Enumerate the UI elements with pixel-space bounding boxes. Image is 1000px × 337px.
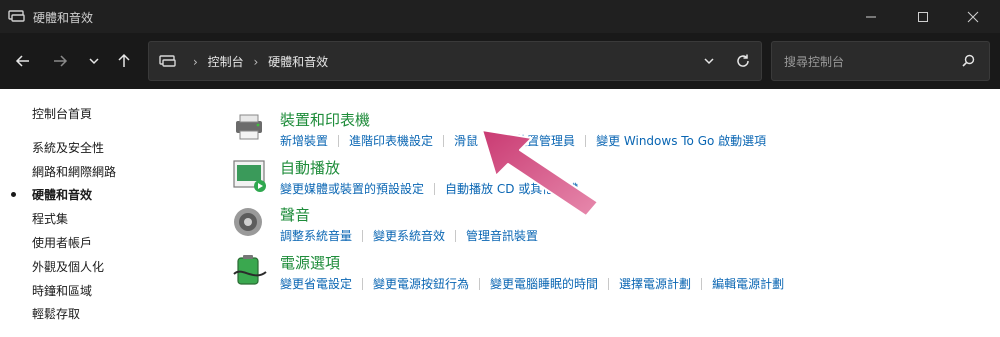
uac-shield-icon xyxy=(500,134,512,147)
minimize-icon xyxy=(866,16,876,17)
category-title-devices-printers[interactable]: 裝置和印表機 xyxy=(280,109,370,130)
link-choose-power-plan[interactable]: 選擇電源計劃 xyxy=(619,275,691,292)
breadcrumb-hardware-sound[interactable]: 硬體和音效 xyxy=(268,55,328,69)
sidebar-item-clock-region[interactable]: 時鐘和區域 xyxy=(32,282,92,299)
link-add-device[interactable]: 新增裝置 xyxy=(280,132,328,149)
link-divider xyxy=(362,229,364,242)
sidebar-item-network-internet[interactable]: 網路和網際網路 xyxy=(32,163,116,180)
sidebar-item-hardware-sound[interactable]: 硬體和音效 xyxy=(32,186,92,203)
link-change-sounds[interactable]: 變更系統音效 xyxy=(373,227,445,244)
link-change-default-settings[interactable]: 變更媒體或裝置的預設設定 xyxy=(280,180,424,197)
link-divider xyxy=(585,134,587,147)
category-title-power[interactable]: 電源選項 xyxy=(280,252,340,273)
sidebar-item-system-security[interactable]: 系統及安全性 xyxy=(32,139,104,156)
window-title: 硬體和音效 xyxy=(33,11,94,25)
arrow-left-icon xyxy=(15,55,29,67)
sidebar-item-ease-of-access[interactable]: 輕鬆存取 xyxy=(32,305,80,322)
breadcrumb-chevron-icon: › xyxy=(193,55,198,69)
back-button[interactable] xyxy=(10,48,36,74)
link-adjust-volume[interactable]: 調整系統音量 xyxy=(280,227,352,244)
chevron-down-icon[interactable] xyxy=(703,57,715,67)
refresh-icon[interactable] xyxy=(735,53,751,69)
link-advanced-printer-setup[interactable]: 進階印表機設定 xyxy=(349,132,433,149)
link-edit-power-plan[interactable]: 編輯電源計劃 xyxy=(712,275,784,292)
speaker-icon xyxy=(234,208,262,236)
arrow-right-icon xyxy=(54,55,68,67)
category-title-autoplay[interactable]: 自動播放 xyxy=(280,157,340,178)
link-mouse[interactable]: 滑鼠 xyxy=(454,132,478,149)
search-box[interactable] xyxy=(771,41,990,81)
category-links: 新增裝置 進階印表機設定 滑鼠 裝置管理員 變更 Windows To Go 啟… xyxy=(280,132,766,149)
link-divider xyxy=(338,134,340,147)
autoplay-icon xyxy=(233,160,266,192)
category-links: 調整系統音量 變更系統音效 管理音訊裝置 xyxy=(280,227,538,244)
close-button[interactable] xyxy=(950,0,996,33)
link-divider xyxy=(701,277,703,290)
link-manage-audio-devices[interactable]: 管理音訊裝置 xyxy=(466,227,538,244)
breadcrumb: › 控制台 › 硬體和音效 xyxy=(187,53,328,70)
link-divider xyxy=(443,134,445,147)
forward-button[interactable] xyxy=(47,48,73,74)
close-icon xyxy=(967,11,979,22)
recent-locations-button[interactable] xyxy=(81,48,107,74)
search-icon[interactable] xyxy=(962,54,975,67)
navigation-toolbar: › 控制台 › 硬體和音效 xyxy=(0,33,1000,89)
link-divider xyxy=(434,182,436,195)
category-links: 變更省電設定 變更電源按鈕行為 變更電腦睡眠的時間 選擇電源計劃 編輯電源計劃 xyxy=(280,275,784,292)
link-divider xyxy=(362,277,364,290)
title-bar: 硬體和音效 xyxy=(0,0,1000,33)
link-windows-to-go[interactable]: 變更 Windows To Go 啟動選項 xyxy=(596,132,766,149)
sidebar-item-appearance[interactable]: 外觀及個人化 xyxy=(32,258,104,275)
link-power-buttons[interactable]: 變更電源按鈕行為 xyxy=(373,275,469,292)
link-divider xyxy=(608,277,610,290)
link-divider xyxy=(455,229,457,242)
link-divider xyxy=(479,277,481,290)
maximize-icon xyxy=(918,11,928,22)
search-input[interactable] xyxy=(782,51,956,73)
control-panel-icon xyxy=(159,55,176,67)
current-item-bullet xyxy=(11,192,16,197)
category-links: 變更媒體或裝置的預設設定 自動播放 CD 或其他媒體 xyxy=(280,180,578,197)
breadcrumb-control-panel[interactable]: 控制台 xyxy=(208,55,244,69)
sidebar-item-user-accounts[interactable]: 使用者帳戶 xyxy=(32,234,92,251)
link-device-manager[interactable]: 裝置管理員 xyxy=(515,132,575,149)
control-panel-icon xyxy=(8,10,25,22)
devices-printers-icon xyxy=(236,114,262,140)
address-bar[interactable]: › 控制台 › 硬體和音效 xyxy=(148,41,762,81)
link-sleep-time[interactable]: 變更電腦睡眠的時間 xyxy=(490,275,598,292)
link-autoplay-cd[interactable]: 自動播放 CD 或其他媒體 xyxy=(445,180,578,197)
up-button[interactable] xyxy=(111,48,137,74)
sidebar: 控制台首頁 系統及安全性 網路和網際網路 硬體和音效 程式集 使用者帳戶 外觀及… xyxy=(0,89,200,337)
link-divider xyxy=(488,134,490,147)
maximize-button[interactable] xyxy=(900,0,946,33)
sidebar-item-programs[interactable]: 程式集 xyxy=(32,210,68,227)
arrow-up-icon xyxy=(118,53,130,67)
battery-icon xyxy=(233,255,267,285)
link-power-saving[interactable]: 變更省電設定 xyxy=(280,275,352,292)
breadcrumb-chevron-icon: › xyxy=(253,55,259,69)
category-title-sound[interactable]: 聲音 xyxy=(280,204,310,225)
sidebar-item-control-panel-home[interactable]: 控制台首頁 xyxy=(32,105,92,122)
chevron-down-icon xyxy=(89,58,99,65)
minimize-button[interactable] xyxy=(848,0,894,33)
